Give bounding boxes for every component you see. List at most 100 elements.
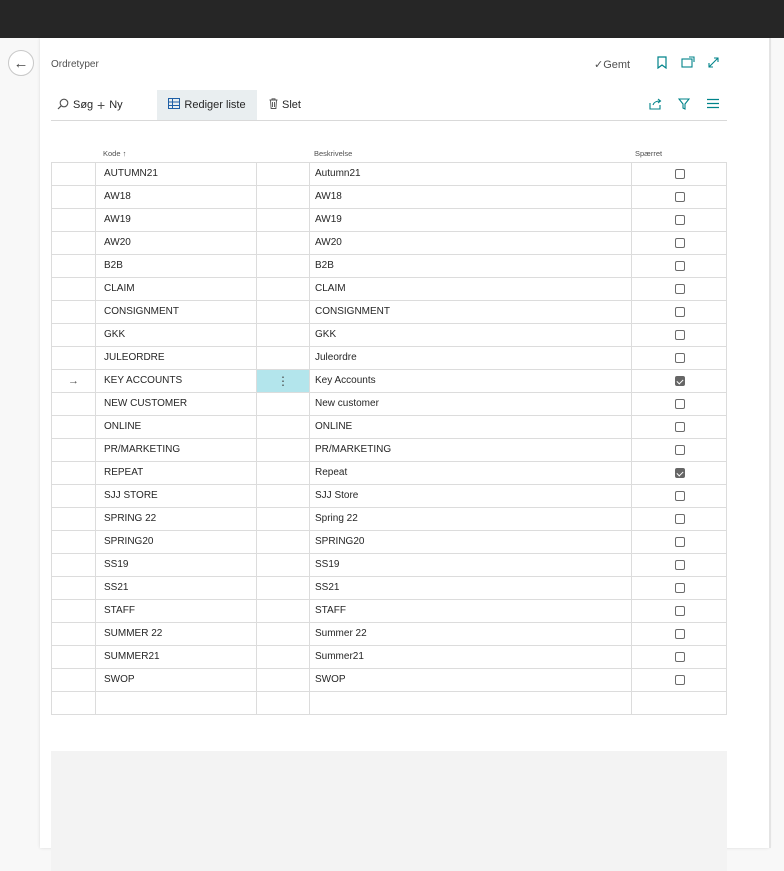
list-view-icon[interactable] [707, 98, 719, 112]
table-row[interactable]: NEW CUSTOMER New customer [52, 393, 726, 416]
description-cell[interactable]: Autumn21 [310, 163, 632, 185]
row-menu-button[interactable] [257, 623, 310, 645]
current-row-arrow-icon[interactable]: → [52, 370, 96, 392]
blocked-checkbox[interactable] [674, 215, 685, 225]
row-selector[interactable] [52, 554, 96, 576]
search-button[interactable]: Søg [57, 90, 93, 120]
row-selector[interactable] [52, 255, 96, 277]
row-menu-button[interactable] [257, 209, 310, 231]
description-cell[interactable]: AW20 [310, 232, 632, 254]
row-menu-button[interactable] [257, 439, 310, 461]
blocked-checkbox[interactable] [674, 583, 685, 593]
code-cell[interactable]: SPRING20 [96, 531, 257, 553]
table-row[interactable]: SPRING 22 Spring 22 [52, 508, 726, 531]
table-row[interactable]: REPEAT Repeat [52, 462, 726, 485]
row-menu-button[interactable] [257, 163, 310, 185]
blocked-checkbox[interactable] [674, 330, 685, 340]
row-selector[interactable] [52, 692, 96, 714]
blocked-checkbox[interactable] [674, 445, 685, 455]
row-menu-button[interactable] [257, 554, 310, 576]
row-selector[interactable] [52, 278, 96, 300]
row-menu-button[interactable] [257, 485, 310, 507]
row-selector[interactable] [52, 209, 96, 231]
table-row[interactable]: B2B B2B [52, 255, 726, 278]
delete-button[interactable]: Slet [269, 90, 301, 120]
blocked-checkbox[interactable] [674, 468, 685, 478]
description-cell[interactable]: Juleordre [310, 347, 632, 369]
code-cell[interactable]: CLAIM [96, 278, 257, 300]
description-cell[interactable]: SPRING20 [310, 531, 632, 553]
row-selector[interactable] [52, 416, 96, 438]
filter-icon[interactable] [677, 98, 691, 113]
table-row[interactable]: CONSIGNMENT CONSIGNMENT [52, 301, 726, 324]
table-row[interactable]: STAFF STAFF [52, 600, 726, 623]
code-cell[interactable]: SS21 [96, 577, 257, 599]
code-cell[interactable]: AW20 [96, 232, 257, 254]
row-menu-button[interactable] [257, 416, 310, 438]
row-selector[interactable] [52, 324, 96, 346]
row-selector[interactable] [52, 439, 96, 461]
code-cell[interactable]: REPEAT [96, 462, 257, 484]
code-cell[interactable]: NEW CUSTOMER [96, 393, 257, 415]
blocked-checkbox[interactable] [674, 284, 685, 294]
table-row[interactable]: PR/MARKETING PR/MARKETING [52, 439, 726, 462]
description-cell[interactable]: ONLINE [310, 416, 632, 438]
description-cell[interactable]: Key Accounts [310, 370, 632, 392]
row-menu-button[interactable] [257, 324, 310, 346]
row-selector[interactable] [52, 163, 96, 185]
new-button[interactable]: + Ny [97, 90, 123, 120]
column-header-code[interactable]: Kode ↑ [103, 149, 126, 158]
row-selector[interactable] [52, 600, 96, 622]
blocked-checkbox[interactable] [674, 606, 685, 616]
table-row[interactable]: → KEY ACCOUNTS ⋮ Key Accounts [52, 370, 726, 393]
code-cell[interactable]: SWOP [96, 669, 257, 691]
row-selector[interactable] [52, 646, 96, 668]
code-cell[interactable]: ONLINE [96, 416, 257, 438]
code-cell[interactable]: CONSIGNMENT [96, 301, 257, 323]
row-selector[interactable] [52, 232, 96, 254]
row-menu-button[interactable] [257, 393, 310, 415]
code-cell[interactable]: SS19 [96, 554, 257, 576]
row-selector[interactable] [52, 186, 96, 208]
row-selector[interactable] [52, 393, 96, 415]
description-cell[interactable]: B2B [310, 255, 632, 277]
row-selector[interactable] [52, 623, 96, 645]
blocked-checkbox[interactable] [674, 261, 685, 271]
row-selector[interactable] [52, 301, 96, 323]
code-cell[interactable]: SPRING 22 [96, 508, 257, 530]
table-row[interactable]: SS21 SS21 [52, 577, 726, 600]
table-row[interactable]: SUMMER21 Summer21 [52, 646, 726, 669]
code-cell[interactable] [96, 692, 257, 714]
row-menu-button[interactable] [257, 508, 310, 530]
description-cell[interactable]: SS21 [310, 577, 632, 599]
table-row[interactable]: SJJ STORE SJJ Store [52, 485, 726, 508]
code-cell[interactable]: AW18 [96, 186, 257, 208]
blocked-checkbox[interactable] [674, 514, 685, 524]
table-row[interactable]: ONLINE ONLINE [52, 416, 726, 439]
table-row[interactable]: AW20 AW20 [52, 232, 726, 255]
row-selector[interactable] [52, 485, 96, 507]
description-cell[interactable]: Summer21 [310, 646, 632, 668]
row-selector[interactable] [52, 508, 96, 530]
table-row[interactable]: GKK GKK [52, 324, 726, 347]
open-new-window-icon[interactable] [681, 56, 695, 71]
description-cell[interactable]: AW19 [310, 209, 632, 231]
blocked-checkbox[interactable] [674, 422, 685, 432]
code-cell[interactable]: SJJ STORE [96, 485, 257, 507]
description-cell[interactable]: SWOP [310, 669, 632, 691]
table-row[interactable]: JULEORDRE Juleordre [52, 347, 726, 370]
row-menu-button[interactable] [257, 255, 310, 277]
row-menu-button[interactable]: ⋮ [257, 370, 310, 392]
code-cell[interactable]: STAFF [96, 600, 257, 622]
table-row[interactable]: AW19 AW19 [52, 209, 726, 232]
code-cell[interactable]: KEY ACCOUNTS [96, 370, 257, 392]
edit-list-button[interactable]: Rediger liste [157, 90, 257, 120]
row-selector[interactable] [52, 669, 96, 691]
table-row[interactable]: SS19 SS19 [52, 554, 726, 577]
new-row[interactable] [52, 692, 726, 715]
code-cell[interactable]: B2B [96, 255, 257, 277]
description-cell[interactable]: AW18 [310, 186, 632, 208]
blocked-checkbox[interactable] [674, 560, 685, 570]
table-row[interactable]: SWOP SWOP [52, 669, 726, 692]
row-menu-button[interactable] [257, 232, 310, 254]
